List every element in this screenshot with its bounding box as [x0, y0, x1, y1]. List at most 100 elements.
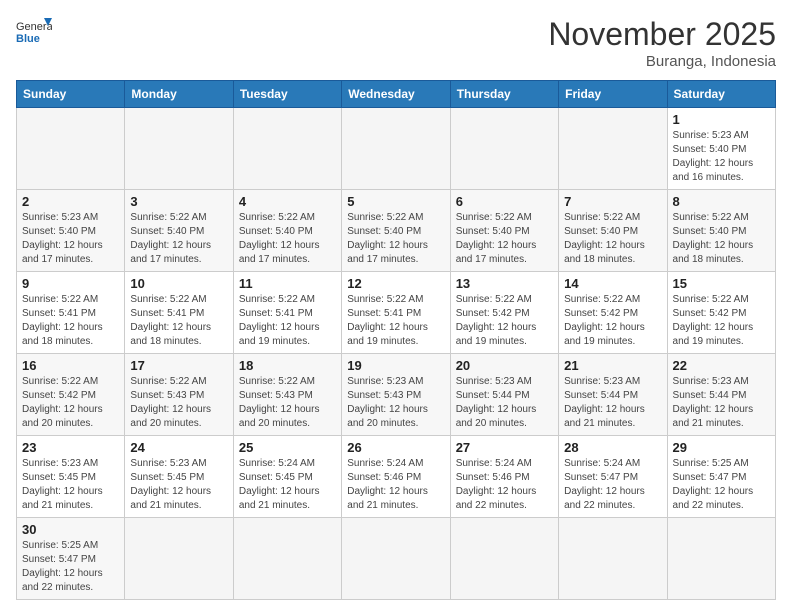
calendar-cell: 4Sunrise: 5:22 AM Sunset: 5:40 PM Daylig… — [233, 190, 341, 272]
day-info: Sunrise: 5:22 AM Sunset: 5:41 PM Dayligh… — [130, 293, 227, 349]
calendar-cell: 24 Sunrise: 5:23 AM Sunset: 5:45 PM Dayli… — [125, 436, 233, 518]
day-info: Sunrise: 5:22 AM Sunset: 5:43 PM Dayligh… — [239, 375, 336, 431]
day-number: 26 — [347, 440, 444, 455]
weekday-header-friday: Friday — [559, 81, 667, 108]
day-number: 10 — [130, 276, 227, 291]
day-number: 23 — [22, 440, 119, 455]
calendar-cell: 16 Sunrise: 5:22 AM Sunset: 5:42 PM Dayli… — [17, 354, 125, 436]
day-number: 22 — [673, 358, 770, 373]
weekday-header-wednesday: Wednesday — [342, 81, 450, 108]
day-info: Sunrise: 5:22 AM Sunset: 5:42 PM Dayligh… — [456, 293, 553, 349]
day-info: Sunrise: 5:22 AM Sunset: 5:41 PM Dayligh… — [22, 293, 119, 349]
day-info: Sunrise: 5:22 AM Sunset: 5:40 PM Dayligh… — [130, 211, 227, 267]
calendar-cell: 19 Sunrise: 5:23 AM Sunset: 5:43 PM Dayli… — [342, 354, 450, 436]
calendar-cell — [450, 108, 558, 190]
calendar-cell — [125, 108, 233, 190]
day-info: Sunrise: 5:23 AM Sunset: 5:44 PM Dayligh… — [673, 375, 770, 431]
calendar-cell — [342, 518, 450, 600]
calendar-cell: 23 Sunrise: 5:23 AM Sunset: 5:45 PM Dayli… — [17, 436, 125, 518]
day-number: 9 — [22, 276, 119, 291]
location: Buranga, Indonesia — [548, 53, 776, 70]
day-info: Sunrise: 5:22 AM Sunset: 5:40 PM Dayligh… — [564, 211, 661, 267]
calendar-week-2: 2Sunrise: 5:23 AM Sunset: 5:40 PM Daylig… — [17, 190, 776, 272]
day-number: 24 — [130, 440, 227, 455]
day-number: 1 — [673, 112, 770, 127]
day-info: Sunrise: 5:22 AM Sunset: 5:40 PM Dayligh… — [673, 211, 770, 267]
day-number: 12 — [347, 276, 444, 291]
calendar-cell — [125, 518, 233, 600]
day-info: Sunrise: 5:23 AM Sunset: 5:40 PM Dayligh… — [22, 211, 119, 267]
day-info: Sunrise: 5:23 AM Sunset: 5:45 PM Dayligh… — [22, 457, 119, 513]
day-number: 20 — [456, 358, 553, 373]
weekday-header-monday: Monday — [125, 81, 233, 108]
day-info: Sunrise: 5:22 AM Sunset: 5:41 PM Dayligh… — [347, 293, 444, 349]
calendar-week-6: 30Sunrise: 5:25 AM Sunset: 5:47 PM Dayli… — [17, 518, 776, 600]
calendar-cell — [559, 108, 667, 190]
calendar-cell: 17 Sunrise: 5:22 AM Sunset: 5:43 PM Dayli… — [125, 354, 233, 436]
day-info: Sunrise: 5:23 AM Sunset: 5:44 PM Dayligh… — [456, 375, 553, 431]
page-header: General Blue November 2025 Buranga, Indo… — [16, 16, 776, 70]
logo-icon: General Blue — [16, 16, 52, 44]
day-number: 25 — [239, 440, 336, 455]
calendar-cell: 18Sunrise: 5:22 AM Sunset: 5:43 PM Dayli… — [233, 354, 341, 436]
calendar-cell — [342, 108, 450, 190]
day-info: Sunrise: 5:22 AM Sunset: 5:40 PM Dayligh… — [347, 211, 444, 267]
day-info: Sunrise: 5:23 AM Sunset: 5:45 PM Dayligh… — [130, 457, 227, 513]
day-number: 17 — [130, 358, 227, 373]
calendar-cell: 10 Sunrise: 5:22 AM Sunset: 5:41 PM Dayli… — [125, 272, 233, 354]
day-number: 15 — [673, 276, 770, 291]
day-number: 13 — [456, 276, 553, 291]
day-info: Sunrise: 5:22 AM Sunset: 5:43 PM Dayligh… — [130, 375, 227, 431]
day-info: Sunrise: 5:23 AM Sunset: 5:40 PM Dayligh… — [673, 129, 770, 185]
day-info: Sunrise: 5:22 AM Sunset: 5:42 PM Dayligh… — [22, 375, 119, 431]
day-number: 28 — [564, 440, 661, 455]
calendar-cell: 8 Sunrise: 5:22 AM Sunset: 5:40 PM Daylig… — [667, 190, 775, 272]
calendar-cell: 25Sunrise: 5:24 AM Sunset: 5:45 PM Dayli… — [233, 436, 341, 518]
calendar-cell: 12 Sunrise: 5:22 AM Sunset: 5:41 PM Dayli… — [342, 272, 450, 354]
day-number: 29 — [673, 440, 770, 455]
calendar-week-5: 23 Sunrise: 5:23 AM Sunset: 5:45 PM Dayli… — [17, 436, 776, 518]
calendar-cell: 9 Sunrise: 5:22 AM Sunset: 5:41 PM Daylig… — [17, 272, 125, 354]
weekday-header-saturday: Saturday — [667, 81, 775, 108]
day-number: 8 — [673, 194, 770, 209]
calendar-cell: 15 Sunrise: 5:22 AM Sunset: 5:42 PM Dayli… — [667, 272, 775, 354]
day-number: 16 — [22, 358, 119, 373]
calendar-cell — [233, 108, 341, 190]
calendar-cell — [450, 518, 558, 600]
calendar-cell — [667, 518, 775, 600]
calendar-cell: 22 Sunrise: 5:23 AM Sunset: 5:44 PM Dayli… — [667, 354, 775, 436]
calendar-week-4: 16 Sunrise: 5:22 AM Sunset: 5:42 PM Dayli… — [17, 354, 776, 436]
day-info: Sunrise: 5:24 AM Sunset: 5:46 PM Dayligh… — [456, 457, 553, 513]
calendar-cell: 1 Sunrise: 5:23 AM Sunset: 5:40 PM Daylig… — [667, 108, 775, 190]
calendar-cell: 27Sunrise: 5:24 AM Sunset: 5:46 PM Dayli… — [450, 436, 558, 518]
month-title: November 2025 — [548, 16, 776, 53]
day-info: Sunrise: 5:22 AM Sunset: 5:41 PM Dayligh… — [239, 293, 336, 349]
calendar-week-1: 1 Sunrise: 5:23 AM Sunset: 5:40 PM Daylig… — [17, 108, 776, 190]
weekday-header-row: SundayMondayTuesdayWednesdayThursdayFrid… — [17, 81, 776, 108]
weekday-header-sunday: Sunday — [17, 81, 125, 108]
calendar-cell — [17, 108, 125, 190]
day-number: 19 — [347, 358, 444, 373]
calendar-cell: 11Sunrise: 5:22 AM Sunset: 5:41 PM Dayli… — [233, 272, 341, 354]
day-info: Sunrise: 5:25 AM Sunset: 5:47 PM Dayligh… — [22, 539, 119, 595]
calendar-cell: 28 Sunrise: 5:24 AM Sunset: 5:47 PM Dayli… — [559, 436, 667, 518]
calendar-cell: 6Sunrise: 5:22 AM Sunset: 5:40 PM Daylig… — [450, 190, 558, 272]
day-number: 6 — [456, 194, 553, 209]
calendar-cell: 26Sunrise: 5:24 AM Sunset: 5:46 PM Dayli… — [342, 436, 450, 518]
day-info: Sunrise: 5:22 AM Sunset: 5:40 PM Dayligh… — [239, 211, 336, 267]
day-info: Sunrise: 5:22 AM Sunset: 5:42 PM Dayligh… — [564, 293, 661, 349]
day-number: 14 — [564, 276, 661, 291]
calendar-body: 1 Sunrise: 5:23 AM Sunset: 5:40 PM Daylig… — [17, 108, 776, 600]
calendar-cell: 5 Sunrise: 5:22 AM Sunset: 5:40 PM Daylig… — [342, 190, 450, 272]
day-info: Sunrise: 5:24 AM Sunset: 5:47 PM Dayligh… — [564, 457, 661, 513]
calendar-cell: 13 Sunrise: 5:22 AM Sunset: 5:42 PM Dayli… — [450, 272, 558, 354]
day-number: 7 — [564, 194, 661, 209]
day-info: Sunrise: 5:22 AM Sunset: 5:42 PM Dayligh… — [673, 293, 770, 349]
day-info: Sunrise: 5:23 AM Sunset: 5:43 PM Dayligh… — [347, 375, 444, 431]
day-number: 5 — [347, 194, 444, 209]
calendar-cell: 20 Sunrise: 5:23 AM Sunset: 5:44 PM Dayli… — [450, 354, 558, 436]
day-number: 3 — [130, 194, 227, 209]
calendar-cell: 7 Sunrise: 5:22 AM Sunset: 5:40 PM Daylig… — [559, 190, 667, 272]
calendar-cell — [233, 518, 341, 600]
calendar-cell: 2Sunrise: 5:23 AM Sunset: 5:40 PM Daylig… — [17, 190, 125, 272]
